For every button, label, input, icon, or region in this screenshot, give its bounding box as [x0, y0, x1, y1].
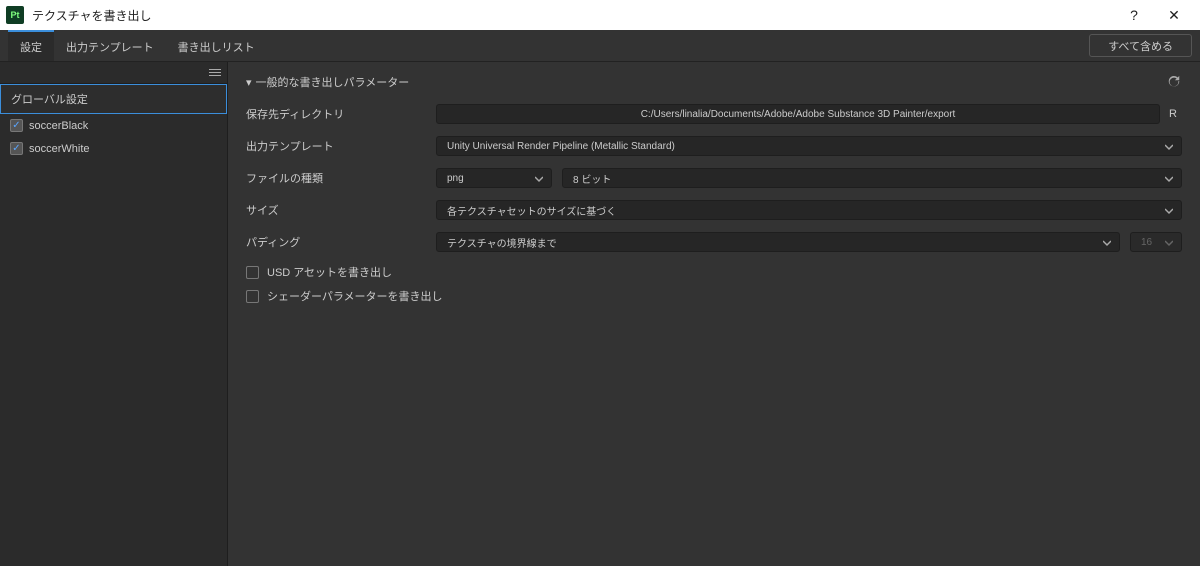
section-title: ▾ 一般的な書き出しパラメーター — [246, 74, 1182, 90]
titlebar: Pt テクスチャを書き出し ? ✕ — [0, 0, 1200, 30]
texture-set-label: soccerWhite — [29, 143, 90, 155]
usd-checkbox[interactable] — [246, 266, 259, 279]
tabs: 設定 出力テンプレート 書き出しリスト — [8, 30, 267, 61]
size-label: サイズ — [246, 202, 436, 218]
chevron-down-icon — [1165, 207, 1173, 215]
include-all-button[interactable]: すべて含める — [1089, 34, 1192, 57]
size-dropdown[interactable]: 各テクスチャセットのサイズに基づく — [436, 200, 1182, 220]
tab-output-templates[interactable]: 出力テンプレート — [54, 30, 166, 61]
directory-field[interactable]: C:/Users/linalia/Documents/Adobe/Adobe S… — [436, 104, 1160, 124]
padding-dropdown[interactable]: テクスチャの境界線まで — [436, 232, 1120, 252]
template-dropdown[interactable]: Unity Universal Render Pipeline (Metalli… — [436, 136, 1182, 156]
size-value: 各テクスチャセットのサイズに基づく — [447, 203, 616, 218]
tab-settings[interactable]: 設定 — [8, 30, 54, 61]
chevron-down-icon — [1103, 239, 1111, 247]
template-value: Unity Universal Render Pipeline (Metalli… — [447, 141, 675, 152]
row-filetype: ファイルの種類 png 8 ビット — [246, 168, 1182, 188]
texture-set-checkbox[interactable] — [10, 142, 23, 155]
padding-px-dropdown: 16 — [1130, 232, 1182, 252]
row-size: サイズ 各テクスチャセットのサイズに基づく — [246, 200, 1182, 220]
row-template: 出力テンプレート Unity Universal Render Pipeline… — [246, 136, 1182, 156]
window-title: テクスチャを書き出し — [32, 7, 152, 24]
filetype-dropdown[interactable]: png — [436, 168, 552, 188]
tab-export-list[interactable]: 書き出しリスト — [166, 30, 267, 61]
row-usd-export: USD アセットを書き出し — [246, 264, 1182, 280]
sidebar-toolbar — [0, 62, 227, 84]
filetype-label: ファイルの種類 — [246, 170, 436, 186]
topbar: 設定 出力テンプレート 書き出しリスト すべて含める — [0, 30, 1200, 62]
row-padding: パディング テクスチャの境界線まで 16 — [246, 232, 1182, 252]
padding-value: テクスチャの境界線まで — [447, 235, 557, 250]
bitdepth-value: 8 ビット — [573, 171, 611, 186]
close-button[interactable]: ✕ — [1154, 0, 1194, 30]
directory-label: 保存先ディレクトリ — [246, 106, 436, 122]
template-label: 出力テンプレート — [246, 138, 436, 154]
disclosure-icon[interactable]: ▾ — [246, 76, 252, 89]
chevron-down-icon — [1165, 175, 1173, 183]
shader-checkbox[interactable] — [246, 290, 259, 303]
row-directory: 保存先ディレクトリ C:/Users/linalia/Documents/Ado… — [246, 104, 1182, 124]
bitdepth-dropdown[interactable]: 8 ビット — [562, 168, 1182, 188]
reset-dir-button[interactable]: R — [1164, 108, 1182, 120]
padding-px-value: 16 — [1141, 237, 1152, 248]
shader-label: シェーダーパラメーターを書き出し — [267, 288, 443, 304]
row-shader-export: シェーダーパラメーターを書き出し — [246, 288, 1182, 304]
sidebar-header-global[interactable]: グローバル設定 — [0, 84, 227, 114]
texture-set-item[interactable]: soccerBlack — [0, 114, 227, 137]
sidebar: グローバル設定 soccerBlack soccerWhite — [0, 62, 228, 566]
help-button[interactable]: ? — [1114, 0, 1154, 30]
texture-set-label: soccerBlack — [29, 120, 88, 132]
texture-set-checkbox[interactable] — [10, 119, 23, 132]
app-icon: Pt — [6, 6, 24, 24]
usd-label: USD アセットを書き出し — [267, 264, 392, 280]
list-menu-icon[interactable] — [209, 69, 221, 76]
main-panel: ▾ 一般的な書き出しパラメーター 保存先ディレクトリ C:/Users/lina… — [228, 62, 1200, 566]
reset-button[interactable] — [1166, 74, 1182, 90]
chevron-down-icon — [535, 175, 543, 183]
filetype-value: png — [447, 173, 464, 184]
texture-set-item[interactable]: soccerWhite — [0, 137, 227, 160]
chevron-down-icon — [1165, 143, 1173, 151]
section-title-label: 一般的な書き出しパラメーター — [256, 74, 410, 90]
padding-label: パディング — [246, 234, 436, 250]
chevron-down-icon — [1165, 239, 1173, 247]
